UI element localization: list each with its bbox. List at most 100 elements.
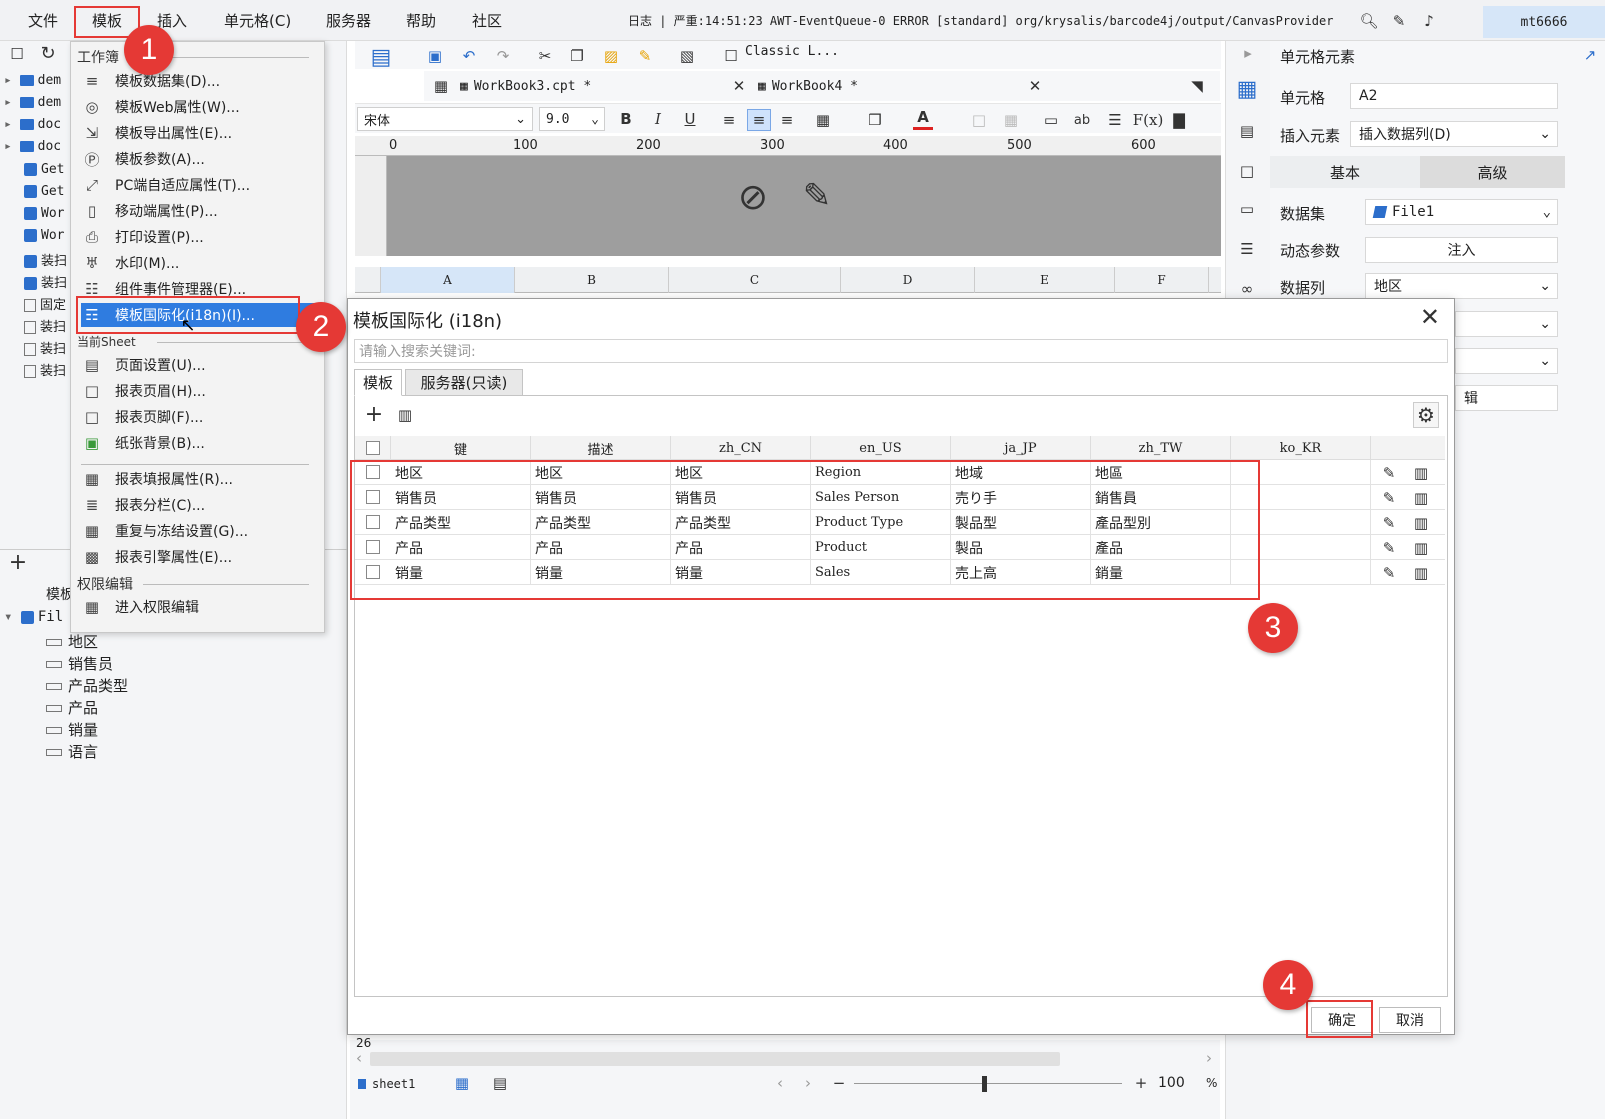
new-folder-icon[interactable]: ☐ bbox=[8, 45, 26, 63]
search-icon[interactable]: 🔍︎ bbox=[1359, 12, 1378, 30]
add-dataset-icon[interactable]: + bbox=[6, 551, 30, 575]
select-all-checkbox[interactable] bbox=[366, 441, 380, 455]
align-center-icon[interactable]: ≡ bbox=[747, 109, 771, 131]
table-row[interactable]: 销售员 销售员 销售员 Sales Person 売り手 銷售員 ✎ ▥ bbox=[355, 485, 1445, 510]
trash-icon[interactable]: ▥ bbox=[395, 404, 415, 426]
log-status[interactable]: 日志 | 严重:14:51:23 AWT-EventQueue-0 ERROR … bbox=[628, 12, 1333, 29]
underline-icon[interactable]: U bbox=[681, 110, 699, 128]
cell-element-icon[interactable]: ▦ bbox=[1234, 77, 1260, 103]
row-checkbox[interactable] bbox=[366, 565, 380, 579]
zoom-slider-thumb[interactable] bbox=[982, 1076, 987, 1092]
field-item[interactable]: 销量 bbox=[46, 719, 98, 741]
menu-item-freeze[interactable]: ▦ 重复与冻结设置(G)... bbox=[81, 519, 319, 543]
theme-icon[interactable]: ☐ bbox=[721, 46, 741, 66]
format-brush-icon[interactable]: ✎ bbox=[635, 46, 655, 66]
menu-item-watermark[interactable]: ♅ 水印(M)... bbox=[81, 251, 319, 275]
close-tab-icon[interactable]: ✕ bbox=[1026, 77, 1044, 95]
zoom-slider[interactable] bbox=[854, 1083, 1122, 1084]
hidden-select[interactable]: ⌄ bbox=[1455, 348, 1558, 374]
preview-icon[interactable]: ▧ bbox=[677, 46, 697, 66]
align-left-icon[interactable]: ≡ bbox=[719, 110, 739, 130]
cell-key[interactable]: 产品类型 bbox=[391, 510, 531, 535]
menu-item-pc-adaptive[interactable]: ⤢ PC端自适应属性(T)... bbox=[81, 173, 319, 197]
table-row[interactable]: 产品类型 产品类型 产品类型 Product Type 製品型 產品型別 ✎ ▥ bbox=[355, 510, 1445, 535]
tree-item[interactable]: 装扫 bbox=[24, 360, 66, 382]
scroll-right-icon[interactable]: › bbox=[1202, 1050, 1216, 1066]
condition-icon[interactable]: ▭ bbox=[1234, 197, 1260, 221]
delete-icon[interactable]: ▥ bbox=[1411, 463, 1431, 483]
tree-item[interactable]: 装扫 bbox=[24, 338, 66, 360]
add-sheet-icon[interactable]: ▦ bbox=[448, 1074, 476, 1092]
column-f[interactable]: F bbox=[1115, 267, 1209, 293]
cell-en-us[interactable]: Sales Person bbox=[811, 485, 951, 510]
cell-zh-cn[interactable]: 销售员 bbox=[671, 485, 811, 510]
row-checkbox[interactable] bbox=[366, 490, 380, 504]
add-sheet-alt-icon[interactable]: ▤ bbox=[486, 1074, 514, 1092]
gear-icon[interactable]: ⚙ bbox=[1413, 402, 1439, 428]
ok-button[interactable]: 确定 bbox=[1311, 1007, 1373, 1033]
notes-icon[interactable]: ✎ bbox=[1390, 12, 1408, 30]
edit-field[interactable]: 辑 bbox=[1455, 385, 1558, 411]
copy-icon[interactable]: ❐ bbox=[567, 46, 587, 66]
font-color-icon[interactable]: A bbox=[913, 108, 933, 130]
paragraph-icon[interactable]: ☰ bbox=[1105, 110, 1125, 130]
menu-item-fill-attr[interactable]: ▦ 报表填报属性(R)... bbox=[81, 467, 319, 491]
cell-desc[interactable]: 销售员 bbox=[531, 485, 671, 510]
column-d[interactable]: D bbox=[841, 267, 975, 293]
edit-icon[interactable]: ✎ bbox=[1379, 563, 1399, 583]
pencil-icon[interactable]: ✎ bbox=[797, 176, 837, 216]
eye-hidden-icon[interactable]: ⊘ bbox=[731, 178, 775, 218]
text-ab-icon[interactable]: ab bbox=[1071, 110, 1093, 130]
cell-zh-cn[interactable]: 销量 bbox=[671, 560, 811, 585]
menu-item-mobile-attr[interactable]: ▯ 移动端属性(P)... bbox=[81, 199, 319, 223]
cell-ko-kr[interactable] bbox=[1231, 510, 1371, 535]
fill-color-icon[interactable]: ❒ bbox=[865, 110, 885, 130]
cell-zh-cn[interactable]: 产品 bbox=[671, 535, 811, 560]
bold-icon[interactable]: B bbox=[617, 110, 635, 128]
cell-desc[interactable]: 产品类型 bbox=[531, 510, 671, 535]
doc-tab-workbook3[interactable]: ▦ WorkBook3.cpt * bbox=[460, 71, 591, 101]
tab-basic[interactable]: 基本 bbox=[1270, 156, 1420, 188]
cell-zh-cn[interactable]: 地区 bbox=[671, 460, 811, 485]
edit-icon[interactable]: ✎ bbox=[1379, 513, 1399, 533]
inject-button[interactable]: 注入 bbox=[1365, 237, 1558, 263]
cell-ja-jp[interactable]: 売上高 bbox=[951, 560, 1091, 585]
cell-ko-kr[interactable] bbox=[1231, 460, 1371, 485]
cell-zh-tw[interactable]: 產品型別 bbox=[1091, 510, 1231, 535]
menu-item-columns[interactable]: ≣ 报表分栏(C)... bbox=[81, 493, 319, 517]
cell-desc[interactable]: 产品 bbox=[531, 535, 671, 560]
next-sheet-icon[interactable]: › bbox=[802, 1075, 814, 1090]
sheet-tab[interactable]: sheet1 bbox=[358, 1074, 415, 1094]
edit-icon[interactable]: ✎ bbox=[1379, 538, 1399, 558]
tree-item[interactable]: 装扫 bbox=[24, 316, 66, 338]
menu-item-report-footer[interactable]: □ 报表页脚(F)... bbox=[81, 405, 319, 429]
bell-icon[interactable]: ♪ bbox=[1420, 12, 1438, 30]
insert-element-select[interactable]: 插入数据列(D) ⌄ bbox=[1350, 121, 1558, 147]
tree-item[interactable]: Wor bbox=[24, 228, 64, 250]
merge-icon[interactable]: □ bbox=[969, 110, 989, 130]
field-item[interactable]: 产品类型 bbox=[46, 675, 128, 697]
cell-zh-cn[interactable]: 产品类型 bbox=[671, 510, 811, 535]
theme-selector[interactable]: Classic L... bbox=[745, 44, 839, 59]
cell-zh-tw[interactable]: 產品 bbox=[1091, 535, 1231, 560]
cell-en-us[interactable]: Sales bbox=[811, 560, 951, 585]
close-tab-icon[interactable]: ✕ bbox=[730, 77, 748, 95]
column-e[interactable]: E bbox=[975, 267, 1115, 293]
menu-item-print-settings[interactable]: ⎙ 打印设置(P)... bbox=[81, 225, 319, 249]
zoom-out-icon[interactable]: − bbox=[830, 1074, 848, 1092]
menu-item-permission-edit[interactable]: ▦ 进入权限编辑 bbox=[81, 595, 319, 619]
cell-desc[interactable]: 地区 bbox=[531, 460, 671, 485]
cell-ko-kr[interactable] bbox=[1231, 560, 1371, 585]
cell-desc[interactable]: 销量 bbox=[531, 560, 671, 585]
cut-icon[interactable]: ✂ bbox=[535, 46, 555, 66]
menu-file[interactable]: 文件 bbox=[28, 10, 58, 31]
dataset-select[interactable]: File1 ⌄ bbox=[1365, 199, 1558, 225]
cell-en-us[interactable]: Product bbox=[811, 535, 951, 560]
column-c[interactable]: C bbox=[669, 267, 841, 293]
italic-icon[interactable]: I bbox=[649, 110, 667, 128]
menu-item-page-setup[interactable]: ▤ 页面设置(U)... bbox=[81, 353, 319, 377]
menu-item-template-param[interactable]: Ⓟ 模板参数(A)... bbox=[81, 147, 319, 171]
cell-input[interactable]: A2 bbox=[1350, 83, 1558, 109]
paste-icon[interactable]: ▨ bbox=[601, 46, 621, 66]
zoom-in-icon[interactable]: + bbox=[1132, 1074, 1150, 1092]
